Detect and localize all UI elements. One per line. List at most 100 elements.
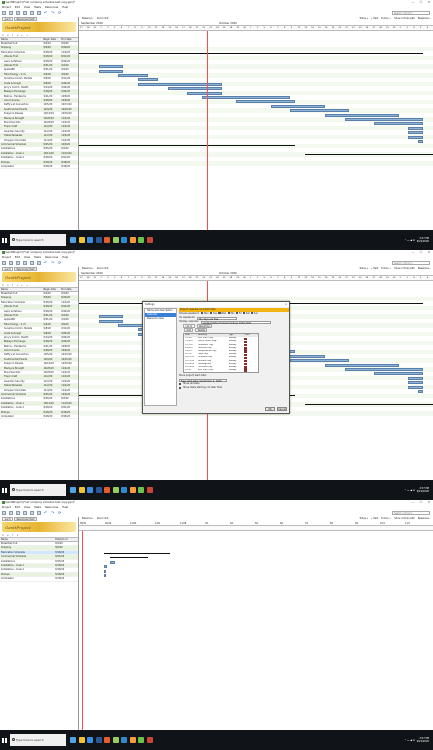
open-project-icon[interactable]	[9, 511, 13, 515]
start-button[interactable]	[0, 730, 9, 750]
taskbar-app-icon[interactable]	[138, 487, 144, 493]
taskbar-app-icon[interactable]	[129, 237, 136, 243]
task-bar[interactable]	[408, 135, 424, 139]
taskbar-app-icon[interactable]	[112, 487, 119, 493]
move-down-icon[interactable]: ↓	[17, 284, 19, 287]
cut-icon[interactable]	[23, 511, 27, 515]
move-down-icon[interactable]: ↓	[17, 534, 19, 537]
taskbar-app-icon[interactable]	[78, 737, 85, 743]
task-bar[interactable]	[187, 91, 222, 95]
taskbar-app-icon[interactable]	[87, 487, 93, 493]
move-up-icon[interactable]: ↑	[12, 284, 14, 287]
taskbar-app-icon[interactable]	[146, 237, 153, 243]
column-begin-date[interactable]: Begin date	[42, 288, 60, 291]
ok-button[interactable]: OK	[265, 407, 275, 411]
search-input[interactable]: Search <ctrl+F>	[392, 260, 430, 265]
task-bar[interactable]	[104, 565, 107, 569]
tray-icons[interactable]: ⌃ ▭ ◀ ✉	[404, 489, 414, 492]
paste-icon[interactable]	[37, 11, 41, 15]
task-bar[interactable]	[98, 319, 124, 323]
expand-icon[interactable]: ⇔	[7, 34, 9, 37]
task-bar[interactable]	[408, 126, 424, 130]
undo-icon[interactable]: ↶	[44, 511, 48, 515]
taskbar-app-icon[interactable]	[87, 237, 93, 243]
tab-gantt[interactable]: Gantt	[2, 267, 14, 271]
tab-resources-chart[interactable]: Resources Chart	[14, 17, 38, 21]
redo-icon[interactable]: ↷	[51, 511, 55, 515]
weekday-option[interactable]: Thu	[227, 312, 235, 316]
weekday-option[interactable]: Wed	[218, 312, 226, 316]
tab-resources-chart[interactable]: Resources Chart	[14, 517, 38, 521]
taskbar-app-icon[interactable]	[70, 237, 76, 243]
copy-icon[interactable]	[30, 261, 34, 265]
taskbar-app-icon[interactable]	[129, 737, 136, 743]
taskbar-app-icon[interactable]	[70, 737, 76, 743]
open-project-icon[interactable]	[9, 11, 13, 15]
taskbar-search[interactable]: Type here to search	[10, 234, 66, 246]
task-bar[interactable]	[290, 109, 350, 113]
taskbar-app-icon[interactable]	[121, 737, 127, 743]
new-project-icon[interactable]	[2, 261, 6, 265]
tray-icons[interactable]: ⌃ ▭ ◀ ✉	[404, 739, 414, 742]
summary-bar[interactable]	[305, 404, 433, 406]
start-button[interactable]	[0, 480, 9, 500]
redo-icon[interactable]: ↷	[51, 261, 55, 265]
indent-icon[interactable]: →	[26, 284, 28, 287]
column-begin-date[interactable]: Begin date	[42, 38, 60, 41]
new-project-icon[interactable]	[2, 11, 6, 15]
cancel-button[interactable]: Cancel	[277, 407, 287, 411]
tray-icons[interactable]: ⌃ ▭ ◀ ✉	[404, 239, 414, 242]
task-bar[interactable]	[408, 131, 424, 135]
summary-bar[interactable]	[110, 557, 149, 559]
summary-bar[interactable]	[79, 52, 424, 54]
taskbar-app-icon[interactable]	[104, 737, 110, 743]
cut-icon[interactable]	[23, 11, 27, 15]
column-name[interactable]: Name	[0, 288, 42, 291]
taskbar-search[interactable]: Type here to search	[10, 484, 66, 496]
task-bar[interactable]	[374, 372, 424, 376]
collapse-icon[interactable]: ⇕	[2, 284, 4, 287]
new-project-icon[interactable]	[2, 511, 6, 515]
collapse-icon[interactable]: ⇕	[2, 34, 4, 37]
clock[interactable]: 2:57 PM 9/22/2020	[417, 737, 429, 743]
redo-icon[interactable]: ↷	[51, 11, 55, 15]
task-bar[interactable]	[98, 65, 124, 69]
weekday-option[interactable]: Sat	[243, 312, 250, 316]
summary-bar[interactable]	[104, 552, 170, 554]
task-bar[interactable]	[236, 100, 296, 104]
cut-icon[interactable]	[23, 261, 27, 265]
task-bar[interactable]	[408, 376, 424, 380]
column-end-date[interactable]: End date	[60, 38, 78, 41]
task-bar[interactable]	[118, 73, 148, 77]
taskbar-app-icon[interactable]	[129, 487, 136, 493]
paste-icon[interactable]	[37, 511, 41, 515]
task-bar[interactable]	[98, 69, 124, 73]
taskbar-app-icon[interactable]	[95, 487, 102, 493]
task-bar[interactable]	[138, 82, 222, 86]
expand-icon[interactable]: ⇔	[7, 284, 9, 287]
task-bar[interactable]	[324, 363, 399, 367]
task-bar[interactable]	[344, 117, 424, 121]
move-all-radio[interactable]	[179, 383, 182, 386]
outdent-icon[interactable]: ←	[21, 284, 23, 287]
tab-gantt[interactable]: Gantt	[2, 517, 14, 521]
table-row[interactable]: Completed 8/18/20 8/18/20	[0, 415, 78, 420]
save-project-icon[interactable]	[16, 261, 20, 265]
task-bar[interactable]	[138, 78, 158, 82]
task-bar[interactable]	[290, 359, 350, 363]
task-bar[interactable]	[374, 122, 424, 126]
column-end-date[interactable]: End date	[60, 288, 78, 291]
move-up-icon[interactable]: ↑	[12, 34, 14, 37]
undo-icon[interactable]: ↶	[44, 261, 48, 265]
taskbar-app-icon[interactable]	[78, 487, 85, 493]
delete-holiday-button[interactable]: Delete	[195, 328, 208, 332]
task-bar[interactable]	[418, 389, 424, 393]
task-bar[interactable]	[167, 87, 222, 91]
refresh-icon[interactable]: ⟳	[58, 511, 62, 515]
outdent-icon[interactable]: ←	[21, 34, 23, 37]
on-weekends-select[interactable]: My days are free	[197, 316, 238, 321]
search-input[interactable]: Search <ctrl+F>	[392, 10, 430, 15]
copy-icon[interactable]	[30, 11, 34, 15]
task-bar[interactable]	[110, 560, 115, 564]
taskbar-app-icon[interactable]	[104, 237, 110, 243]
